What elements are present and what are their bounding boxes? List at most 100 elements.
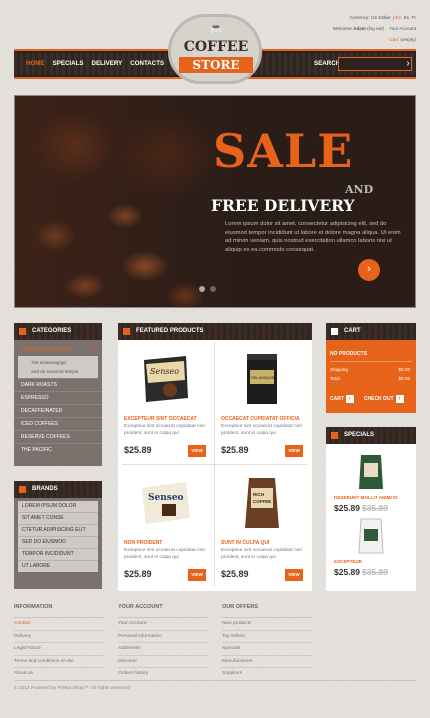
product-price: $25.89 bbox=[221, 445, 249, 455]
total-label: Total bbox=[330, 376, 340, 381]
view-button[interactable]: VIEW bbox=[188, 445, 206, 457]
slider-dot[interactable] bbox=[199, 286, 205, 292]
cart-button[interactable]: CART › bbox=[330, 395, 354, 403]
brand-item[interactable]: UT LABORE bbox=[18, 561, 98, 572]
specials-title: SPECIALS bbox=[344, 432, 375, 438]
footer-link[interactable]: Contact bbox=[14, 618, 104, 631]
footer-link[interactable]: New products bbox=[222, 618, 312, 631]
cart-panel: CART NO PRODUCTS Shipping $0.00 Total $0.0… bbox=[326, 323, 416, 413]
lang-es[interactable]: Es bbox=[404, 15, 409, 20]
svg-text:Senseo: Senseo bbox=[150, 367, 179, 376]
product-desc: Excepteur sint occaecat cupidatat non pr… bbox=[221, 548, 303, 560]
product-name[interactable]: EXCEPTEUR SINT OCCAECAT bbox=[124, 416, 197, 422]
product-card[interactable]: SELAMIQUE OCCAECAT CUPIDATAT OFFICIA Exc… bbox=[215, 342, 309, 462]
product-name[interactable]: SUNT IN CULPA QUI bbox=[221, 540, 269, 546]
special-price: $25.89 bbox=[334, 503, 360, 513]
footer-heading: YOUR ACCOUNT bbox=[118, 604, 208, 618]
hero-banner[interactable]: SALE AND FREE DELIVERY Lorem ipsum dolor… bbox=[14, 95, 416, 308]
category-item[interactable]: RESERVE COFFEES bbox=[14, 431, 102, 444]
special-old-price: $35.89 bbox=[362, 503, 388, 513]
category-item[interactable]: ICED COFFEES bbox=[14, 418, 102, 431]
specials-header: SPECIALS bbox=[326, 427, 416, 444]
footer-link[interactable]: Top sellers bbox=[222, 631, 312, 643]
coffee-bag-image: Senseo bbox=[144, 356, 188, 402]
hero-arrow-button[interactable]: › bbox=[358, 259, 380, 281]
footer-link[interactable]: Suppliers bbox=[222, 668, 312, 681]
lang-en[interactable]: En bbox=[396, 15, 402, 20]
checkout-button[interactable]: CHECK OUT › bbox=[364, 395, 404, 403]
product-card[interactable]: RICH COFFEE SUNT IN CULPA QUI Excepteur … bbox=[215, 466, 309, 586]
arrow-icon: › bbox=[395, 395, 404, 403]
view-button[interactable]: VIEW bbox=[285, 569, 303, 581]
coffee-bag-image bbox=[358, 518, 384, 554]
total-value: $0.00 bbox=[398, 376, 411, 381]
slider-dot[interactable] bbox=[210, 286, 216, 292]
brand-item[interactable]: CTETUR ADIPISICING ELIT bbox=[18, 525, 98, 537]
currency-select[interactable]: US Dollar bbox=[371, 15, 391, 20]
view-button[interactable]: VIEW bbox=[188, 569, 206, 581]
product-name[interactable]: OCCAECAT CUPIDATAT OFFICIA bbox=[221, 416, 300, 422]
cart-empty-text: NO PRODUCTS bbox=[330, 351, 367, 357]
footer-link[interactable]: About us bbox=[14, 668, 104, 681]
special-name[interactable]: DESERUNT MOLLIT ANIMI ID bbox=[334, 495, 398, 500]
footer-link[interactable]: Terms and conditions of use bbox=[14, 656, 104, 668]
specials-panel: SPECIALS DESERUNT MOLLIT ANIMI ID $25.89… bbox=[326, 427, 416, 591]
categories-header: CATEGORIES bbox=[14, 323, 102, 340]
subcategory-item[interactable]: Sed do eiusmod tempor bbox=[25, 367, 98, 376]
footer-link[interactable]: Legal Notice bbox=[14, 643, 104, 656]
store-logo[interactable]: ☕ COFFEE STORE bbox=[168, 14, 262, 84]
search-submit-icon[interactable]: › bbox=[402, 57, 414, 71]
search-input[interactable] bbox=[338, 57, 412, 71]
nav-specials[interactable]: SPECIALS bbox=[49, 60, 88, 67]
coffee-bag-image: RICH COFFEE bbox=[245, 478, 279, 528]
category-item[interactable]: DECAFFEINATED bbox=[14, 405, 102, 418]
list-icon bbox=[331, 432, 338, 439]
lang-fr[interactable]: Fr bbox=[412, 15, 416, 20]
currency-label: Currency: bbox=[349, 15, 370, 20]
footer-link[interactable]: Personal information bbox=[118, 631, 208, 643]
hero-text: Lorem ipsum dolor sit amet, consectetur … bbox=[225, 221, 401, 253]
copyright: © 2012 Powered by Presta Shop™. All righ… bbox=[14, 686, 130, 691]
featured-products-panel: FEATURED PRODUCTS Senseo EXCEPTEUR SINT … bbox=[118, 323, 312, 591]
special-name[interactable]: EXCEPTEUR bbox=[334, 559, 362, 564]
brand-item[interactable]: SED DO EIUSMOD bbox=[18, 537, 98, 549]
logo-line1: COFFEE bbox=[183, 39, 249, 55]
footer-link[interactable]: Orders history bbox=[118, 668, 208, 681]
cart-link[interactable]: Cart: bbox=[389, 37, 399, 42]
brand-item[interactable]: SIT AMET CONSE bbox=[18, 513, 98, 525]
footer-link[interactable]: Delivery bbox=[14, 631, 104, 643]
nav-home[interactable]: HOME bbox=[22, 60, 49, 67]
view-button[interactable]: VIEW bbox=[285, 445, 303, 457]
nav-delivery[interactable]: DELIVERY bbox=[88, 60, 127, 67]
product-desc: Excepteur sint occaecat cupidatat non pr… bbox=[124, 424, 206, 436]
brand-item[interactable]: TEMPOR INCIDIDUNT bbox=[18, 549, 98, 561]
brands-header: BRANDS bbox=[14, 481, 102, 498]
slider-dots bbox=[199, 286, 216, 292]
footer-link[interactable]: Manufacturers bbox=[222, 656, 312, 668]
svg-text:RICH: RICH bbox=[253, 492, 264, 497]
product-price: $25.89 bbox=[124, 445, 152, 455]
brand-item[interactable]: LOREM IPSUM DOLOR bbox=[18, 501, 98, 513]
product-name[interactable]: NON PROIDENT bbox=[124, 540, 162, 546]
category-item[interactable]: THE PACIFIC bbox=[14, 444, 102, 456]
subcategory-item[interactable]: Tint enimenagrgd bbox=[25, 358, 98, 367]
special-old-price: $35.89 bbox=[362, 567, 388, 577]
product-card[interactable]: Senseo NON PROIDENT Excepteur sint occae… bbox=[118, 466, 212, 586]
svg-text:Senseo: Senseo bbox=[148, 493, 184, 503]
category-selected[interactable]: SIGNATURE BLENDS bbox=[14, 344, 102, 356]
arrow-icon: › bbox=[345, 395, 354, 403]
featured-title: FEATURED PRODUCTS bbox=[136, 328, 204, 334]
footer-divider bbox=[14, 680, 416, 681]
footer-link[interactable]: Discount bbox=[118, 656, 208, 668]
product-card[interactable]: Senseo EXCEPTEUR SINT OCCAECAT Excepteur… bbox=[118, 342, 212, 462]
nav-contacts[interactable]: CONTACTS bbox=[126, 60, 168, 67]
footer-link[interactable]: Specials bbox=[222, 643, 312, 656]
svg-text:SELAMIQUE: SELAMIQUE bbox=[251, 375, 275, 380]
your-account-link[interactable]: Your Account bbox=[389, 26, 416, 31]
category-item[interactable]: ESPRESSO bbox=[14, 392, 102, 405]
product-price: $25.89 bbox=[124, 569, 152, 579]
category-item[interactable]: DARK ROASTS bbox=[14, 379, 102, 392]
footer-link[interactable]: Your Account bbox=[118, 618, 208, 631]
logout-link[interactable]: (log out) bbox=[367, 26, 384, 31]
footer-link[interactable]: Addresses bbox=[118, 643, 208, 656]
